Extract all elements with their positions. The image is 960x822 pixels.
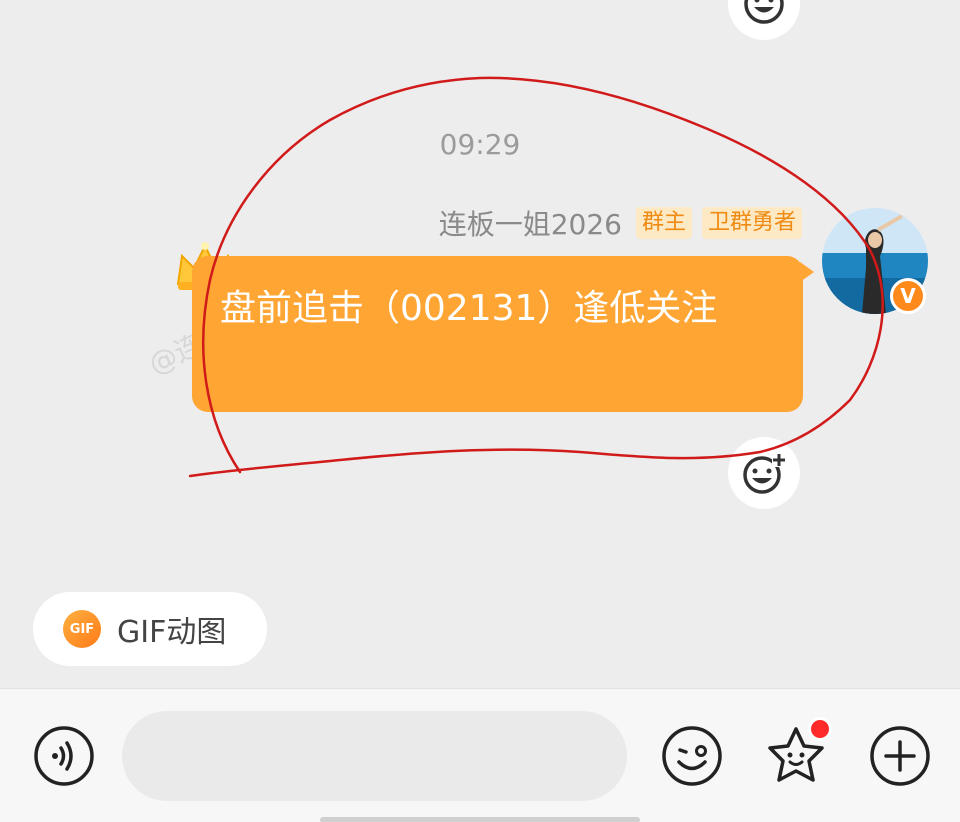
message-timestamp: 09:29 xyxy=(439,128,521,161)
smiley-face-icon xyxy=(744,0,784,24)
message-bubble[interactable]: 盘前追击（002131）逢低关注 xyxy=(192,256,803,412)
notification-dot xyxy=(808,717,832,741)
emoji-icon xyxy=(662,726,722,786)
group-owner-badge: 群主 xyxy=(635,207,692,239)
home-indicator xyxy=(320,817,640,822)
more-button[interactable] xyxy=(868,724,932,788)
gif-icon: GIF xyxy=(63,610,101,648)
sender-name[interactable]: 连板一姐2026 xyxy=(439,203,622,243)
plus-icon xyxy=(870,726,930,786)
add-reaction-button[interactable] xyxy=(728,0,800,40)
add-reaction-button[interactable] xyxy=(728,437,800,509)
gif-label: GIF动图 xyxy=(117,615,227,650)
voice-button[interactable] xyxy=(32,724,96,788)
verified-badge: V xyxy=(890,278,926,314)
smiley-add-icon xyxy=(743,453,786,494)
input-bar xyxy=(0,688,960,822)
voice-icon xyxy=(34,726,94,786)
message-input[interactable] xyxy=(122,711,627,801)
gif-shortcut-button[interactable]: GIF GIF动图 xyxy=(33,592,267,666)
emoji-button[interactable] xyxy=(660,724,724,788)
bubble-tail xyxy=(800,262,814,282)
sender-row: 连板一姐2026 群主 卫群勇者 xyxy=(439,203,802,243)
group-guardian-badge: 卫群勇者 xyxy=(701,207,802,239)
